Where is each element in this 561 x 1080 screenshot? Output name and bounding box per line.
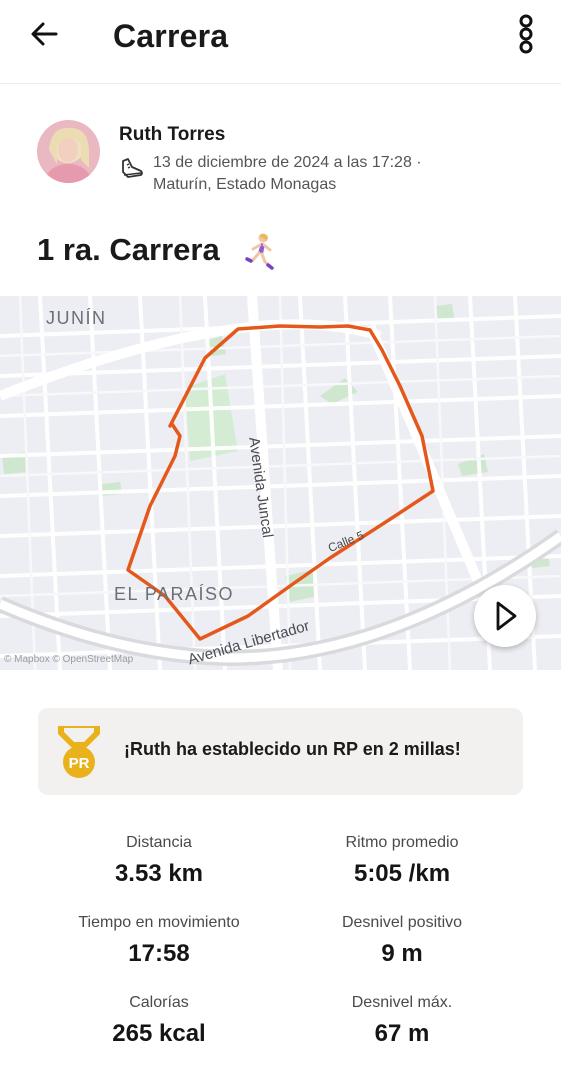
pr-badge-text: PR	[69, 755, 90, 772]
more-vertical-icon	[519, 14, 533, 54]
stat-moving-time: Tiempo en movimiento 17:58	[39, 914, 279, 968]
stat-value: 67 m	[374, 1020, 430, 1047]
stat-avg-pace: Ritmo promedio 5:05 /km	[282, 834, 522, 888]
map-area-label: EL PARAÍSO	[114, 584, 235, 604]
stat-elevation-gain: Desnivel positivo 9 m	[282, 914, 522, 968]
avatar[interactable]	[37, 120, 100, 183]
stat-value: 5:05 /km	[353, 860, 451, 887]
stat-label: Ritmo promedio	[345, 834, 459, 851]
activity-author: Ruth Torres 13 de diciembre de 2024 a la…	[37, 120, 537, 193]
pr-message: ¡Ruth ha establecido un RP en 2 millas!	[124, 739, 461, 759]
woman-running-icon	[245, 233, 274, 270]
stat-label: Desnivel positivo	[341, 914, 463, 931]
map-attribution: © Mapbox © OpenStreetMap	[4, 654, 134, 665]
app-header: Carrera	[0, 0, 561, 84]
stat-value: 17:58	[128, 940, 190, 967]
stat-label: Tiempo en movimiento	[78, 914, 240, 931]
stat-label: Desnivel máx.	[351, 994, 453, 1011]
running-shoe-icon	[122, 158, 143, 178]
play-flyover-button[interactable]	[474, 585, 536, 647]
stat-value: 3.53 km	[114, 860, 204, 887]
stat-distance: Distancia 3.53 km	[39, 834, 279, 888]
avatar-image	[37, 120, 100, 183]
author-name[interactable]: Ruth Torres	[119, 124, 225, 146]
stat-label: Calorías	[129, 994, 189, 1011]
pr-achievement-banner[interactable]: PR ¡Ruth ha establecido un RP en 2 milla…	[38, 708, 523, 795]
activity-date: 13 de diciembre de 2024 a las 17:28 ·	[153, 154, 422, 171]
activity-title: 1 ra. Carrera	[37, 232, 220, 267]
play-icon	[496, 601, 517, 631]
stat-max-elevation: Desnivel máx. 67 m	[282, 994, 522, 1048]
stat-calories: Calorías 265 kcal	[39, 994, 279, 1048]
stat-value: 9 m	[381, 940, 423, 967]
stat-label: Distancia	[126, 834, 192, 851]
back-button[interactable]	[24, 16, 64, 56]
arrow-left-icon	[31, 22, 58, 46]
stat-value: 265 kcal	[112, 1020, 206, 1047]
activity-location: Maturín, Estado Monagas	[153, 176, 337, 193]
pr-medal-icon: PR	[58, 726, 100, 778]
more-options-button[interactable]	[506, 12, 546, 60]
page-title: Carrera	[113, 18, 229, 54]
map-area-label: JUNÍN	[46, 308, 107, 328]
